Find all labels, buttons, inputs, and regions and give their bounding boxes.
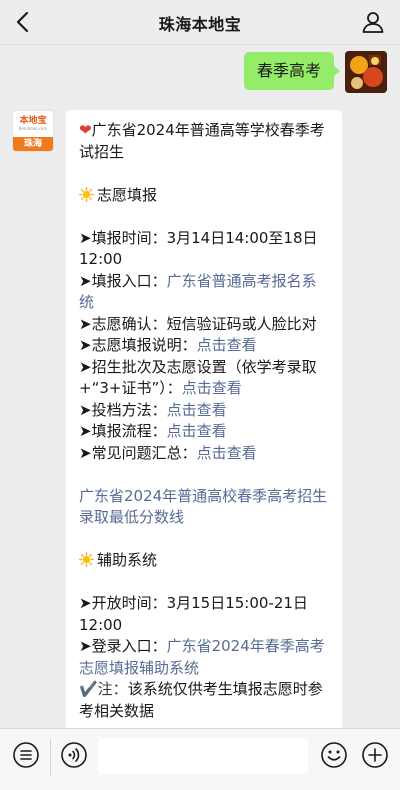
sun-icon: [79, 186, 94, 202]
message-title: 广东省2024年普通高等学校春季考试招生: [79, 121, 325, 161]
min-score-link[interactable]: 广东省2024年普通高校春季高考招生录取最低分数线: [79, 487, 327, 527]
entry-label: ➤填报入口：: [79, 271, 167, 290]
message-input[interactable]: [98, 738, 308, 774]
heart-icon: ❤: [79, 121, 92, 139]
emoji-icon: [321, 742, 347, 768]
plus-icon: [362, 742, 388, 768]
method-row: ➤投档方法：点击查看: [79, 400, 330, 422]
section2-heading: 辅助系统: [97, 551, 158, 569]
emoji-button[interactable]: [320, 741, 348, 769]
bot-logo-text: 本地宝: [19, 116, 47, 126]
open-time-label: ➤开放时间：: [79, 594, 167, 612]
menu-list-icon: [13, 742, 39, 768]
confirm-value: 短信验证码或人脸比对: [166, 314, 317, 333]
chat-info-button[interactable]: [360, 9, 386, 35]
voice-button[interactable]: [60, 741, 88, 769]
confirm-row: ➤志愿确认：短信验证码或人脸比对: [79, 314, 330, 336]
section2-heading-line: 辅助系统: [79, 550, 330, 572]
method-label: ➤投档方法：: [79, 400, 167, 419]
process-label: ➤填报流程：: [79, 422, 167, 440]
bot-city-label: 珠海: [13, 137, 53, 151]
section1-heading: 志愿填报: [97, 185, 158, 204]
my-avatar[interactable]: [345, 51, 387, 93]
apply-time-row: ➤填报时间：3月14日14:00至18日12:00: [79, 228, 330, 271]
guide-link[interactable]: 点击查看: [197, 336, 257, 354]
process-row: ➤填报流程：点击查看: [79, 421, 330, 443]
method-link[interactable]: 点击查看: [167, 401, 227, 419]
faq-link[interactable]: 点击查看: [197, 444, 257, 462]
min-score-row: 广东省2024年普通高校春季高考招生录取最低分数线: [79, 486, 330, 529]
input-bar: [0, 728, 400, 790]
process-link[interactable]: 点击查看: [167, 422, 227, 440]
incoming-message-bubble: ❤广东省2024年普通高等学校春季考试招生 志愿填报 ➤填报时间：3月14日14…: [66, 110, 342, 740]
message-title-line: ❤广东省2024年普通高等学校春季考试招生: [79, 120, 330, 163]
bot-logo-domain: Bendibao.com: [18, 126, 48, 131]
apply-time-label: ➤填报时间：: [79, 228, 167, 247]
menu-button[interactable]: [12, 741, 40, 769]
section1-heading-line: 志愿填报: [79, 185, 330, 207]
chat-header: 珠海本地宝: [0, 0, 400, 45]
sun-icon: [79, 552, 94, 567]
open-time-row: ➤开放时间：3月15日15:00-21日12:00: [79, 593, 330, 636]
login-label: ➤登录入口：: [79, 637, 167, 655]
bar-divider: [50, 739, 51, 775]
voice-icon: [61, 742, 87, 768]
user-avatar-image: [345, 51, 387, 93]
chat-title: 珠海本地宝: [158, 15, 242, 34]
faq-row: ➤常见问题汇总：点击查看: [79, 443, 330, 465]
login-row: ➤登录入口：广东省2024年春季高考志愿填报辅助系统: [79, 636, 330, 679]
bot-avatar[interactable]: 本地宝 Bendibao.com 珠海: [12, 110, 54, 152]
bot-logo: 本地宝 Bendibao.com: [13, 111, 53, 138]
note-label: ✔️注：: [79, 680, 128, 698]
batches-link[interactable]: 点击查看: [182, 379, 242, 397]
confirm-label: ➤志愿确认：: [79, 314, 167, 333]
outgoing-message-text: 春季高考: [256, 61, 321, 80]
person-icon: [362, 12, 384, 33]
outgoing-message-bubble[interactable]: 春季高考: [243, 52, 341, 90]
entry-row: ➤填报入口：广东省普通高考报名系统: [79, 271, 330, 314]
more-button[interactable]: [361, 741, 389, 769]
faq-label: ➤常见问题汇总：: [79, 443, 197, 462]
guide-row: ➤志愿填报说明：点击查看: [79, 335, 330, 357]
batches-row: ➤招生批次及志愿设置（依学考录取+“3+证书”）：点击查看: [79, 357, 330, 400]
note-row: ✔️注：该系统仅供考生填报志愿时参考相关数据: [79, 679, 330, 722]
guide-label: ➤志愿填报说明：: [79, 336, 197, 354]
